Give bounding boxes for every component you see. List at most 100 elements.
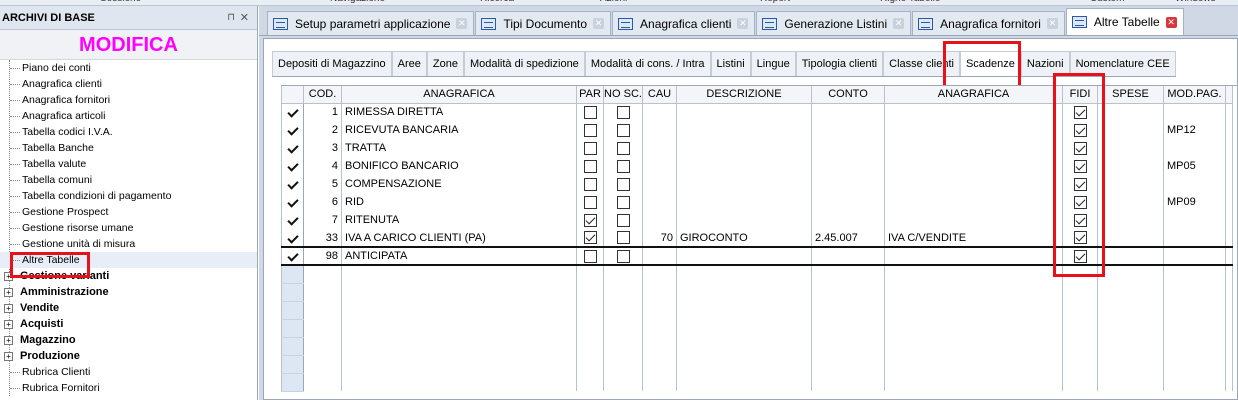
cell-anagrafica2[interactable]	[884, 103, 1063, 121]
tree-item[interactable]: Anagrafica clienti	[0, 76, 257, 92]
tree-item[interactable]: Rubrica Clienti	[0, 364, 257, 380]
tree-item[interactable]: Tabella condizioni di pagamento	[0, 188, 257, 204]
cell-conto[interactable]	[811, 211, 885, 229]
row-indicator[interactable]	[281, 121, 304, 139]
cell-cau[interactable]	[642, 211, 677, 229]
column-header[interactable]: MOD.PAG.	[1163, 86, 1226, 104]
cell-par[interactable]	[576, 157, 604, 175]
close-tab-icon[interactable]: ✕	[593, 18, 605, 29]
document-tab[interactable]: Generazione Listini ✕	[756, 11, 912, 35]
cell-descrizione[interactable]	[676, 157, 812, 175]
cell-par[interactable]	[576, 193, 604, 211]
sub-tab[interactable]: Lingue	[750, 51, 796, 76]
document-tab[interactable]: Anagrafica fornitori ✕	[912, 11, 1065, 35]
checkbox[interactable]	[583, 177, 597, 191]
cell-anagrafica2[interactable]	[884, 121, 1063, 139]
cell-conto[interactable]	[811, 246, 885, 266]
document-tab[interactable]: Tipi Documento ✕	[475, 11, 612, 35]
checkbox[interactable]	[616, 195, 630, 209]
checkbox[interactable]	[616, 141, 630, 155]
menu-item[interactable]: Sessione	[100, 0, 141, 4]
cell-nosc[interactable]	[603, 211, 643, 229]
cell-par[interactable]	[576, 139, 604, 157]
cell-descrizione[interactable]	[676, 211, 812, 229]
cell-anagrafica[interactable]: COMPENSAZIONE	[341, 175, 577, 193]
cell-cod[interactable]: 3	[303, 139, 342, 157]
cell-nosc[interactable]	[603, 175, 643, 193]
tree-item[interactable]: + Amministrazione	[0, 284, 257, 300]
column-header[interactable]: ANAGRAFICA	[341, 86, 577, 104]
tree-item[interactable]: Piano dei conti	[0, 60, 257, 76]
cell-spese[interactable]	[1097, 103, 1164, 121]
cell-spese[interactable]	[1097, 121, 1164, 139]
cell-spese[interactable]	[1097, 246, 1164, 266]
tree-item[interactable]: Gestione unità di misura	[0, 236, 257, 252]
checkbox[interactable]	[616, 159, 630, 173]
cell-anagrafica[interactable]: TRATTA	[341, 139, 577, 157]
column-header[interactable]: CONTO	[811, 86, 885, 104]
tree-item[interactable]: Tabella valute	[0, 156, 257, 172]
expand-icon[interactable]: +	[4, 352, 13, 361]
tree-item[interactable]: + Acquisti	[0, 316, 257, 332]
checkbox[interactable]	[616, 177, 630, 191]
cell-nosc[interactable]	[603, 193, 643, 211]
cell-modpag[interactable]	[1163, 175, 1226, 193]
checkbox[interactable]	[583, 249, 597, 263]
cell-spese[interactable]	[1097, 193, 1164, 211]
tree-item[interactable]: + Magazzino	[0, 332, 257, 348]
cell-anagrafica[interactable]: ANTICIPATA	[341, 246, 577, 266]
tree-item[interactable]: Tabella Banche	[0, 140, 257, 156]
column-header[interactable]: COD.	[303, 86, 342, 104]
menu-item[interactable]: Azioni	[600, 0, 627, 4]
cell-spese[interactable]	[1097, 229, 1164, 247]
sub-tab[interactable]: Zone	[426, 51, 464, 76]
tree-item[interactable]: Gestione risorse umane	[0, 220, 257, 236]
cell-conto[interactable]	[811, 193, 885, 211]
row-indicator[interactable]	[281, 246, 304, 266]
cell-par[interactable]	[576, 121, 604, 139]
menu-item[interactable]: Windows	[1175, 0, 1216, 4]
cell-anagrafica2[interactable]	[884, 193, 1063, 211]
checkbox[interactable]	[583, 213, 597, 227]
cell-anagrafica[interactable]: RID	[341, 193, 577, 211]
tree-item[interactable]: Rubrica Fornitori	[0, 380, 257, 396]
cell-nosc[interactable]	[603, 103, 643, 121]
cell-modpag[interactable]	[1163, 229, 1226, 247]
menu-item[interactable]: Navigazione	[330, 0, 385, 4]
sub-tab[interactable]: Tipologia clienti	[795, 51, 884, 76]
cell-descrizione[interactable]	[676, 103, 812, 121]
cell-nosc[interactable]	[603, 139, 643, 157]
cell-modpag[interactable]: MP09	[1163, 193, 1226, 211]
cell-modpag[interactable]	[1163, 103, 1226, 121]
cell-descrizione[interactable]	[676, 246, 812, 266]
cell-conto[interactable]	[811, 157, 885, 175]
checkbox[interactable]	[583, 159, 597, 173]
cell-anagrafica[interactable]: RITENUTA	[341, 211, 577, 229]
expand-icon[interactable]: +	[4, 304, 13, 313]
cell-anagrafica2[interactable]	[884, 211, 1063, 229]
cell-cau[interactable]: 70	[642, 229, 677, 247]
tree-item[interactable]: Gestione Prospect	[0, 204, 257, 220]
column-header[interactable]: CAU	[642, 86, 677, 104]
checkbox[interactable]	[616, 105, 630, 119]
sub-tab[interactable]: Listini	[710, 51, 751, 76]
document-tab[interactable]: Altre Tabelle ✕	[1065, 8, 1184, 35]
cell-descrizione[interactable]	[676, 121, 812, 139]
cell-cau[interactable]	[642, 157, 677, 175]
cell-nosc[interactable]	[603, 121, 643, 139]
cell-cod[interactable]: 6	[303, 193, 342, 211]
sub-tab[interactable]: Aree	[391, 51, 427, 76]
row-indicator[interactable]	[281, 139, 304, 157]
tree-item[interactable]: + Produzione	[0, 348, 257, 364]
cell-modpag[interactable]: MP12	[1163, 121, 1226, 139]
cell-anagrafica2[interactable]	[884, 157, 1063, 175]
cell-anagrafica2[interactable]	[884, 139, 1063, 157]
cell-conto[interactable]	[811, 139, 885, 157]
column-header[interactable]: ANAGRAFICA	[884, 86, 1063, 104]
sub-tab[interactable]: Modalità di spedizione	[463, 51, 585, 76]
cell-cod[interactable]: 98	[303, 246, 342, 266]
row-indicator[interactable]	[281, 211, 304, 229]
row-indicator[interactable]	[281, 193, 304, 211]
cell-par[interactable]	[576, 246, 604, 266]
cell-cod[interactable]: 33	[303, 229, 342, 247]
